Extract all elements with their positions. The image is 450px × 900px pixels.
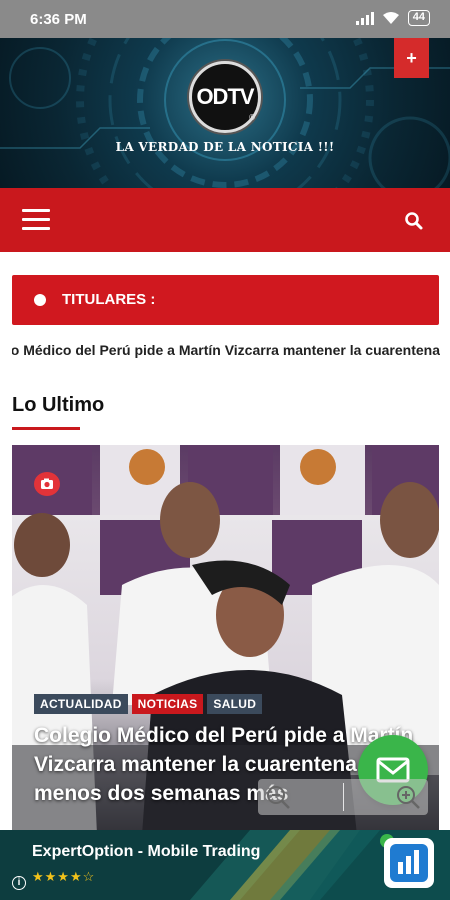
- live-dot-icon: [34, 294, 46, 306]
- search-icon[interactable]: [404, 211, 424, 231]
- ad-info-icon[interactable]: i: [12, 876, 26, 890]
- zoom-in-icon[interactable]: [394, 783, 422, 811]
- section-title: Lo Ultimo: [12, 394, 105, 416]
- zoom-controls: [258, 779, 428, 815]
- tag-noticias[interactable]: NOTICIAS: [131, 694, 204, 714]
- battery-icon: 44: [407, 10, 430, 26]
- tag-actualidad[interactable]: ACTUALIDAD: [34, 694, 128, 714]
- signal-icon: [355, 11, 374, 25]
- headlines-bar[interactable]: TITULARES :: [12, 275, 439, 325]
- news-ticker[interactable]: Colegio Médico del Perú pide a Martín Vi…: [12, 342, 440, 364]
- ad-title: ExpertOption - Mobile Trading: [32, 843, 261, 860]
- ticker-text: Colegio Médico del Perú pide a Martín Vi…: [12, 342, 440, 358]
- tag-salud[interactable]: SALUD: [207, 694, 263, 714]
- headlines-label: TITULARES :: [62, 291, 156, 308]
- add-button[interactable]: +: [394, 38, 429, 78]
- site-tagline: LA VERDAD DE LA NOTICIA !!!: [115, 140, 335, 154]
- status-time: 6:36 PM: [30, 11, 87, 28]
- status-icons: 44: [355, 10, 430, 26]
- status-bar: 6:36 PM 44: [0, 0, 450, 38]
- nav-bar: [0, 188, 450, 252]
- ad-banner[interactable]: ExpertOption - Mobile Trading ★★★★☆ i: [0, 830, 450, 900]
- odtv-logo[interactable]: ODTV ®: [189, 61, 261, 133]
- wifi-icon: [382, 12, 399, 24]
- article-tags: ACTUALIDAD NOTICIAS SALUD: [34, 694, 263, 714]
- logo-text: ODTV: [196, 84, 254, 109]
- registered-mark: ®: [249, 113, 255, 122]
- menu-icon[interactable]: [22, 209, 50, 231]
- site-header-banner: ODTV ® LA VERDAD DE LA NOTICIA !!! +: [0, 38, 450, 188]
- ad-rating: ★★★★☆: [32, 869, 96, 884]
- zoom-divider: [343, 783, 344, 811]
- zoom-out-icon[interactable]: [264, 783, 292, 811]
- section-underline: [12, 427, 80, 430]
- ad-app-icon[interactable]: [384, 838, 434, 888]
- camera-icon: [34, 472, 60, 496]
